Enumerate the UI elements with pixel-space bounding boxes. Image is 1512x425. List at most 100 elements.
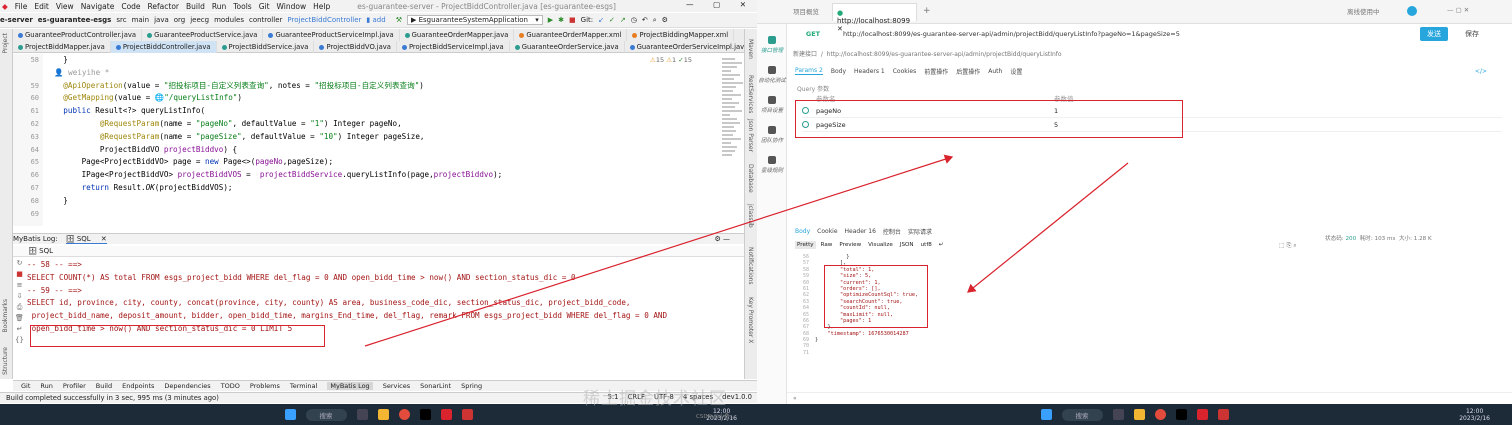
tab-project-bidd-service-impl[interactable]: ProjectBiddServiceImpl.java <box>397 41 510 53</box>
resp-tab-body[interactable]: Body <box>795 228 810 235</box>
windows-start-icon[interactable] <box>1040 409 1052 420</box>
close-icon[interactable]: ✕ <box>740 0 746 9</box>
breadcrumb-5[interactable]: org <box>174 16 185 24</box>
collapse-icon[interactable]: « <box>793 395 797 402</box>
toolwin-build[interactable]: Build <box>96 382 112 390</box>
log-tab-sql[interactable]: 🗄 SQL ✕ <box>65 235 107 244</box>
tab-auth[interactable]: Auth <box>988 68 1002 75</box>
fmt-pretty[interactable]: Pretty <box>795 241 816 249</box>
sql-subtab[interactable]: 🗄 SQL <box>28 247 53 255</box>
format-icon[interactable]: {} <box>13 336 26 347</box>
stop-log-icon[interactable]: ■ <box>13 270 26 281</box>
wrap-icon[interactable]: ↵ <box>937 241 946 249</box>
toolwin-run[interactable]: Run <box>40 382 52 390</box>
resp-tab-actual[interactable]: 实际请求 <box>908 227 932 236</box>
tab-guarantee-product-service[interactable]: GuaranteeProductService.java <box>142 29 264 41</box>
fmt-json[interactable]: JSON <box>898 241 916 249</box>
tab-guarantee-order-service-impl[interactable]: GuaranteeOrderServiceImpl.java <box>625 41 755 53</box>
inspection-widget[interactable]: ⚠15 ⚠1 ✓15 <box>650 56 692 64</box>
breadcrumb-2[interactable]: src <box>116 16 126 24</box>
avatar[interactable] <box>1407 6 1417 18</box>
run-config-select[interactable]: ▶ EsguaranteeSystemApplication ▾ <box>406 15 543 25</box>
restservices-tool-button[interactable]: RestServices <box>747 75 754 113</box>
sql-console[interactable]: -- 58 -- ==> SELECT COUNT(*) AS total FR… <box>27 259 742 379</box>
breadcrumb-7[interactable]: modules <box>214 16 244 24</box>
fmt-raw[interactable]: Raw <box>819 241 835 249</box>
key-promoter-tool-button[interactable]: Key Promoter X <box>747 297 754 343</box>
print-icon[interactable]: ⎙ <box>13 303 26 314</box>
resp-tab-console[interactable]: 控制台 <box>883 227 901 236</box>
bookmarks-tool-button[interactable]: Bookmarks <box>2 299 9 333</box>
resp-tab-header[interactable]: Header 16 <box>845 228 876 235</box>
tab-project-bidd-controller[interactable]: ProjectBiddController.java <box>110 41 217 53</box>
taskbar-search[interactable]: 搜索 <box>305 408 347 421</box>
menu-git[interactable]: Git <box>259 2 270 11</box>
code-editor[interactable]: } 👤 weiyihe * @ApiOperation(value = "招投标… <box>45 54 720 226</box>
tab-guarantee-product-service-impl[interactable]: GuaranteeProductServiceImpl.java <box>263 29 400 41</box>
explorer-icon[interactable] <box>1133 409 1145 420</box>
run-icon[interactable]: ▶ <box>548 16 553 24</box>
menu-edit[interactable]: Edit <box>34 2 49 11</box>
menu-help[interactable]: Help <box>313 2 330 11</box>
chrome-icon[interactable] <box>398 409 410 420</box>
resp-tab-cookie[interactable]: Cookie <box>817 228 837 235</box>
tab-settings[interactable]: 设置 <box>1010 67 1022 76</box>
taskbar-clock[interactable]: 12:00 2023/2/16 <box>1459 408 1490 422</box>
tab-post-op[interactable]: 后置操作 <box>956 67 980 76</box>
toolwin-sonarlint[interactable]: SonarLint <box>420 382 451 390</box>
sidebar-item-team[interactable]: 团队协作 <box>757 126 787 144</box>
intellij-icon[interactable] <box>1175 409 1187 420</box>
toolwin-spring[interactable]: Spring <box>461 382 482 390</box>
minimize-icon[interactable]: — <box>686 0 694 9</box>
menu-build[interactable]: Build <box>186 2 205 11</box>
toolwin-profiler[interactable]: Profiler <box>63 382 86 390</box>
menu-tools[interactable]: Tools <box>233 2 251 11</box>
sidebar-item-settings[interactable]: 项目设置 <box>757 96 787 114</box>
tab-project-bidding-mapper-xml[interactable]: ProjectBiddingMapper.xml <box>627 29 735 41</box>
tab-cookies[interactable]: Cookies <box>893 68 917 75</box>
project-tool-button[interactable]: Project <box>2 33 9 54</box>
tab-guarantee-product-controller[interactable]: GuaranteeProductController.java <box>13 29 143 41</box>
app-icon[interactable] <box>461 409 473 420</box>
breadcrumb-0[interactable]: e-server <box>0 16 33 24</box>
toolwin-terminal[interactable]: Terminal <box>290 382 317 390</box>
windows-start-icon[interactable] <box>284 409 296 420</box>
toolwin-todo[interactable]: TODO <box>221 382 240 390</box>
menu-code[interactable]: Code <box>121 2 140 11</box>
apifox-icon[interactable] <box>440 409 452 420</box>
fmt-encoding[interactable]: utf8 <box>919 241 934 249</box>
apifox-icon[interactable] <box>1196 409 1208 420</box>
breadcrumb-8[interactable]: controller <box>249 16 282 24</box>
task-view-icon[interactable] <box>356 409 368 420</box>
git-push-icon[interactable]: ↗ <box>620 16 626 24</box>
explorer-icon[interactable] <box>377 409 389 420</box>
maximize-icon[interactable]: ▢ <box>713 0 720 9</box>
git-update-icon[interactable]: ↙ <box>598 16 604 24</box>
sidebar-item-autotest[interactable]: 自动化测试 <box>757 66 787 84</box>
taskbar-search[interactable]: 搜索 <box>1061 408 1103 421</box>
intellij-icon[interactable] <box>419 409 431 420</box>
clear-icon[interactable]: 🗑 <box>13 314 26 325</box>
breadcrumb-1[interactable]: es-guarantee-esgs <box>38 16 112 24</box>
json-parser-tool-button[interactable]: Json Parser <box>747 119 754 152</box>
hammer-icon[interactable]: ⚒ <box>396 16 402 24</box>
tab-headers[interactable]: Headers 1 <box>854 68 885 75</box>
toolwin-endpoints[interactable]: Endpoints <box>122 382 154 390</box>
tab-project-bidd-service[interactable]: ProjectBiddService.java <box>217 41 315 53</box>
toolwin-git[interactable]: Git <box>21 382 30 390</box>
response-tools[interactable]: ⬚ ⎘ ⌕ <box>1279 242 1297 250</box>
fmt-preview[interactable]: Preview <box>837 241 863 249</box>
stop-icon[interactable]: ■ <box>569 16 576 24</box>
panel-options-icon[interactable]: ⚙ — <box>714 235 730 243</box>
menu-refactor[interactable]: Refactor <box>148 2 179 11</box>
breadcrumb-6[interactable]: jeecg <box>190 16 209 24</box>
structure-tool-button[interactable]: Structure <box>2 347 9 375</box>
task-view-icon[interactable] <box>1112 409 1124 420</box>
tab-project-bidd-vo[interactable]: ProjectBiddVO.java <box>314 41 397 53</box>
add-button[interactable]: ▮ add <box>366 16 390 24</box>
debug-icon[interactable]: ✱ <box>558 16 564 24</box>
fmt-visualize[interactable]: Visualize <box>866 241 895 249</box>
toolwin-dependencies[interactable]: Dependencies <box>164 382 210 390</box>
notifications-tool-button[interactable]: Notifications <box>747 247 754 285</box>
search-icon[interactable]: ⌕ <box>653 16 657 25</box>
